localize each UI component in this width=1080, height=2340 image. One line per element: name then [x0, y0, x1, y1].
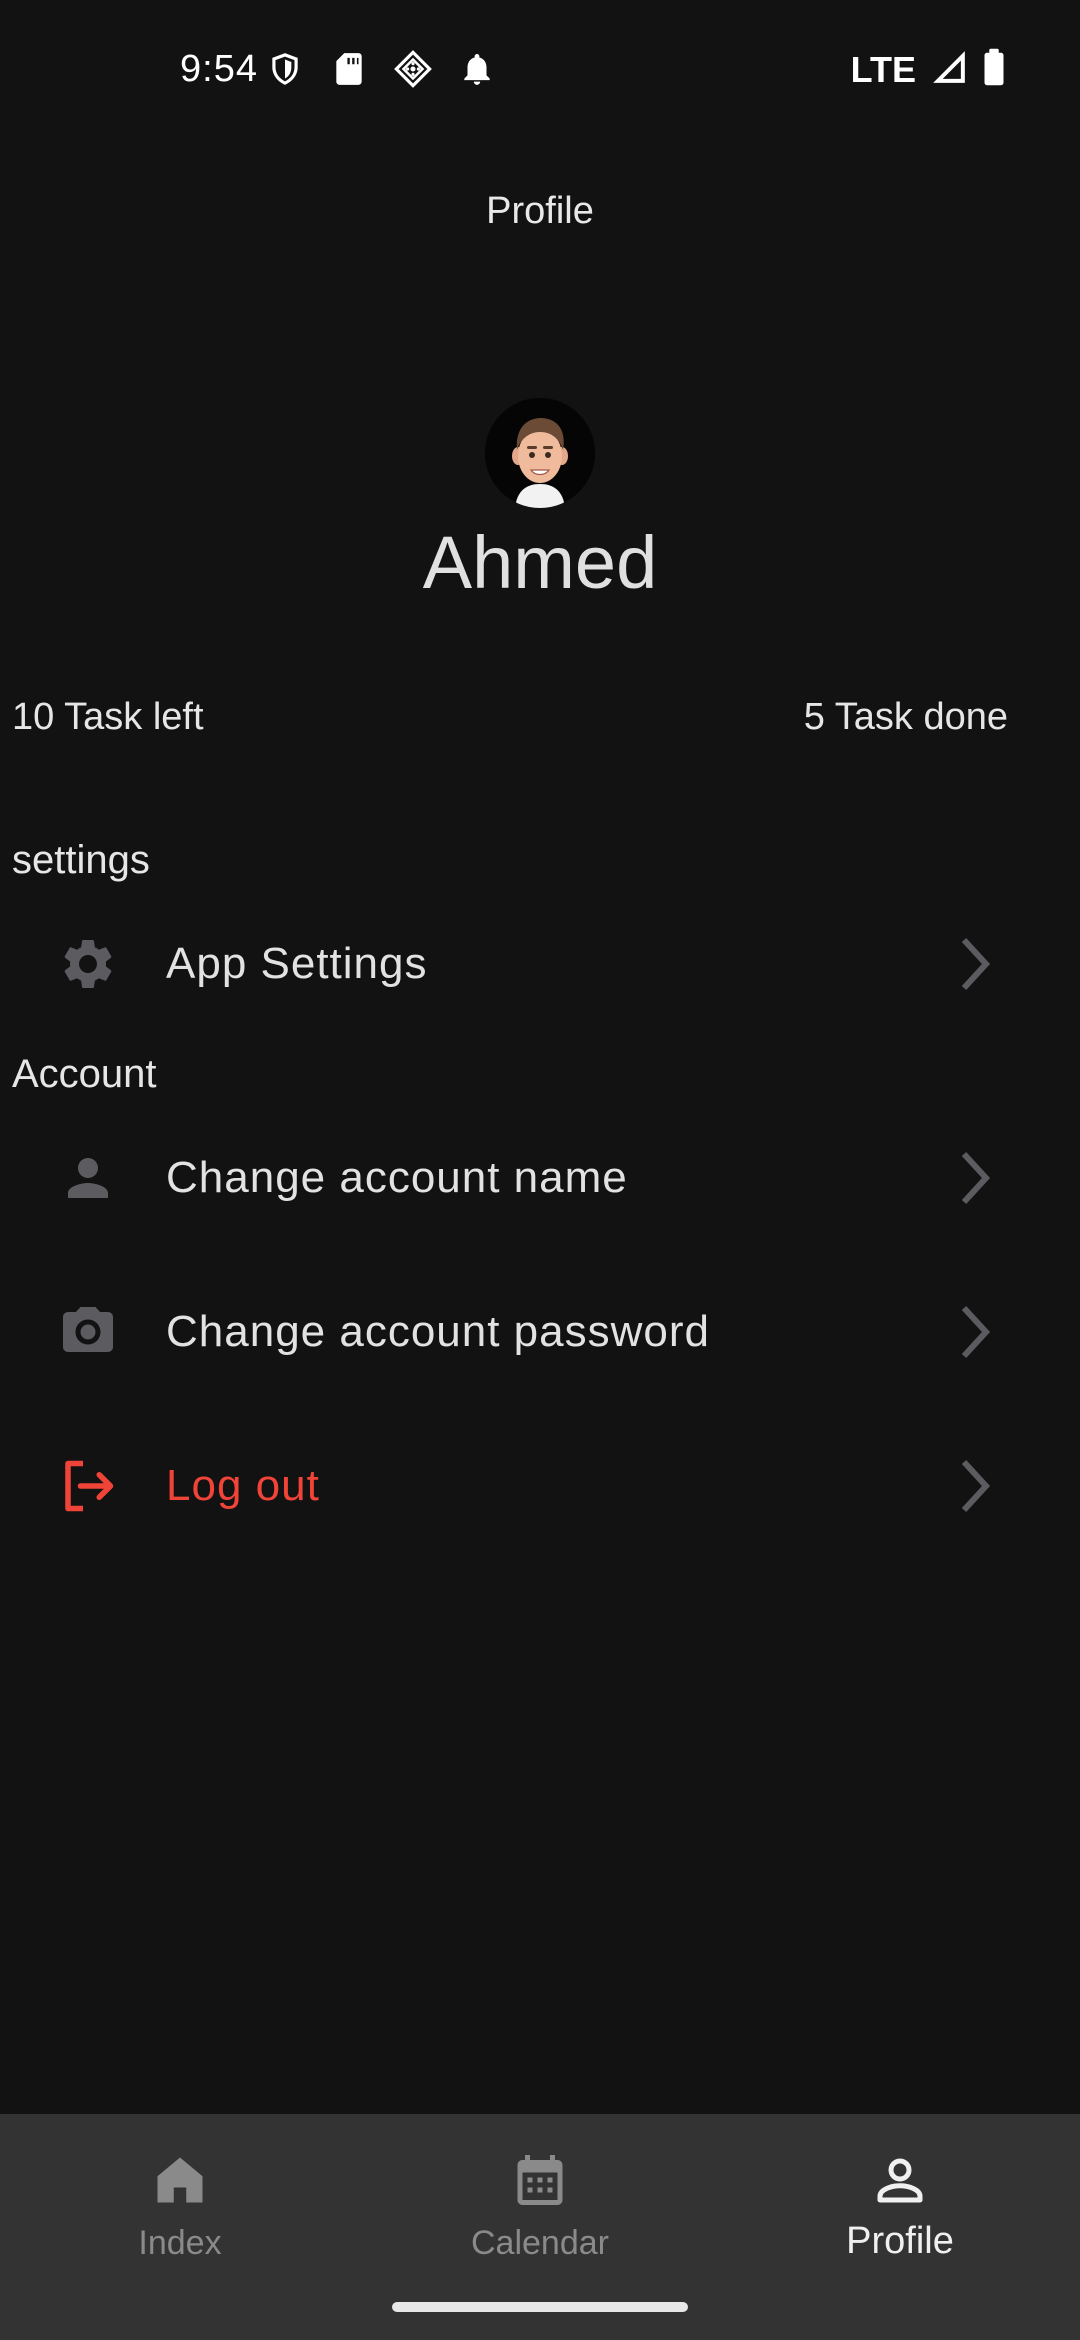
change-account-name-label: Change account name — [166, 1153, 628, 1202]
nav-label-calendar: Calendar — [471, 2224, 609, 2262]
nav-label-index: Index — [138, 2224, 222, 2262]
nav-label-profile: Profile — [846, 2220, 954, 2262]
chevron-right-icon — [961, 937, 991, 991]
change-account-password-label: Change account password — [166, 1307, 710, 1356]
status-system-icons: LTE — [851, 48, 1006, 91]
battery-icon — [982, 48, 1006, 91]
sd-card-icon — [330, 50, 368, 93]
status-notification-icons — [266, 50, 496, 93]
tasks-left-stat: 10 Task left — [12, 696, 204, 738]
person-icon — [56, 1146, 120, 1210]
chevron-right-icon — [961, 1459, 991, 1513]
home-indicator[interactable] — [392, 2302, 688, 2312]
page-title: Profile — [486, 190, 594, 232]
change-account-password-item[interactable]: Change account password — [0, 1272, 1080, 1392]
settings-section-label: settings — [12, 838, 150, 882]
camera-icon — [56, 1300, 120, 1364]
person-outline-icon — [877, 2158, 923, 2203]
app-settings-label: App Settings — [166, 939, 428, 988]
calendar-icon — [517, 2155, 563, 2205]
chevron-right-icon — [961, 1151, 991, 1205]
status-time: 9:54 — [180, 48, 258, 90]
change-account-name-item[interactable]: Change account name — [0, 1118, 1080, 1238]
user-name: Ahmed — [422, 521, 658, 604]
shield-icon — [266, 50, 304, 93]
nav-item-index[interactable]: Index — [0, 2140, 360, 2290]
gear-icon — [56, 932, 120, 996]
nav-item-profile[interactable]: Profile — [720, 2140, 1080, 2290]
cast-icon — [394, 50, 432, 93]
network-type: LTE — [850, 48, 916, 90]
signal-icon — [930, 48, 968, 91]
memoji-avatar-icon — [485, 398, 595, 508]
status-bar: 9:54 LTE — [0, 0, 1080, 140]
app-settings-item[interactable]: App Settings — [0, 904, 1080, 1024]
logout-item[interactable]: Log out — [0, 1426, 1080, 1546]
logout-icon — [56, 1454, 120, 1518]
tasks-done-stat: 5 Task done — [803, 696, 1008, 738]
logout-label: Log out — [166, 1461, 320, 1510]
avatar[interactable] — [485, 398, 595, 508]
nav-item-calendar[interactable]: Calendar — [360, 2140, 720, 2290]
chevron-right-icon — [961, 1305, 991, 1359]
account-section-label: Account — [12, 1052, 157, 1096]
home-icon — [157, 2157, 203, 2203]
bell-icon — [458, 50, 496, 93]
